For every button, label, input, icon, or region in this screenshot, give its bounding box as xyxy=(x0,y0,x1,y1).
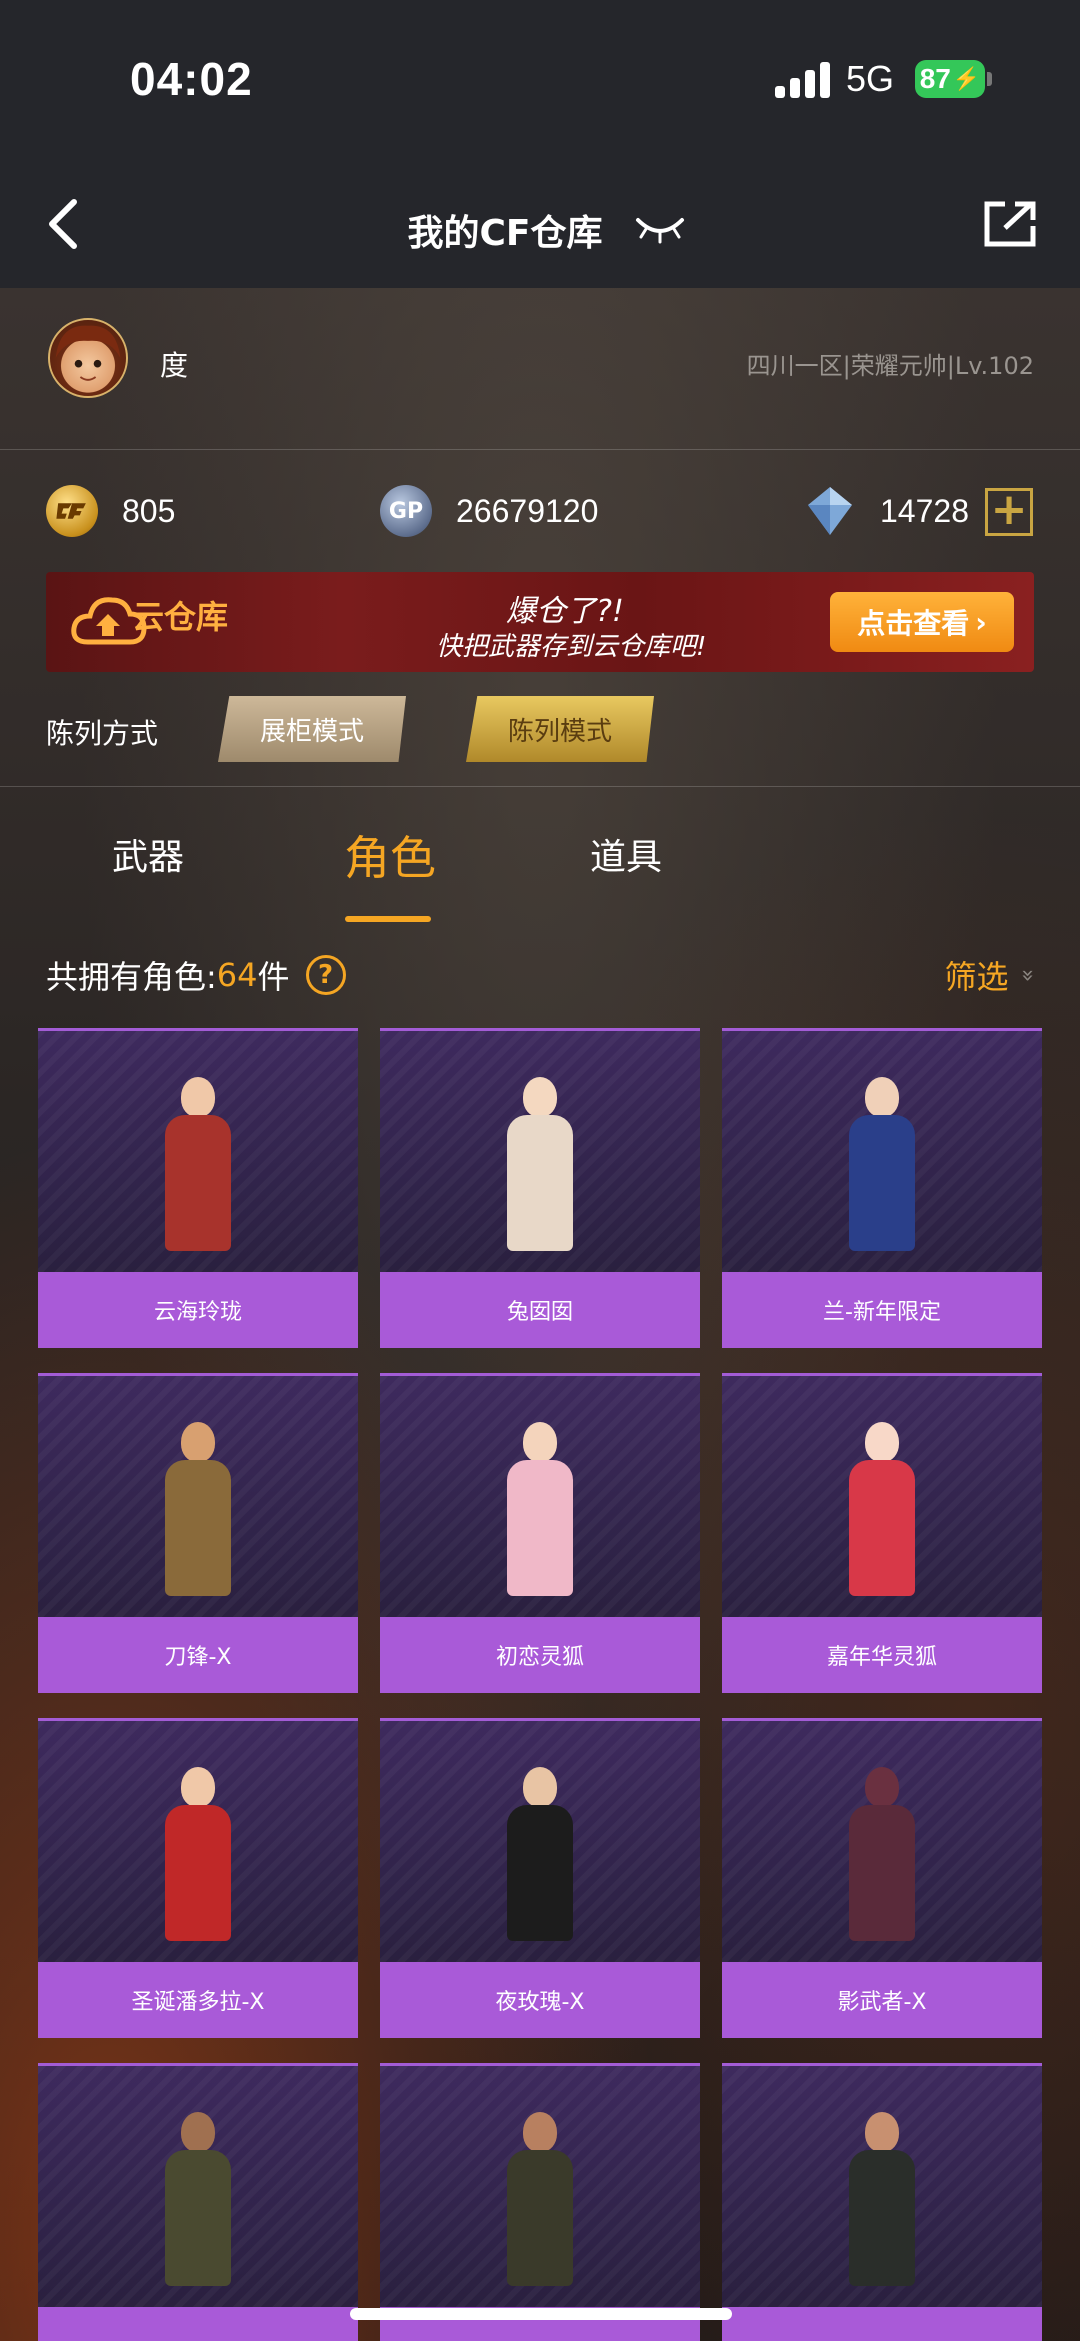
signal-icon xyxy=(775,62,831,98)
character-card[interactable]: 圣诞潘多拉-X xyxy=(38,1718,358,2038)
character-card[interactable]: 云海玲珑 xyxy=(38,1028,358,1348)
character-figure xyxy=(485,2100,595,2300)
character-name: 刀锋-X xyxy=(38,1617,358,1693)
character-card[interactable]: 兔囡囡 xyxy=(380,1028,700,1348)
profile-row: 度 四川一区|荣耀元帅|Lv.102 xyxy=(0,288,1080,450)
character-image xyxy=(380,1031,700,1273)
character-figure xyxy=(827,1065,937,1265)
banner-brand: 云仓库 xyxy=(132,598,229,636)
double-chevron-down-icon: » xyxy=(1014,968,1040,982)
character-name: 夜玫瑰-X xyxy=(380,1962,700,2038)
eye-closed-icon[interactable] xyxy=(634,212,686,244)
character-figure xyxy=(827,1410,937,1610)
character-name xyxy=(38,2307,358,2341)
diamond-points: 14728 xyxy=(804,478,969,544)
character-name: 兰-新年限定 xyxy=(722,1272,1042,1348)
character-count: 共拥有角色: 64 件 ? xyxy=(46,952,346,998)
character-image xyxy=(722,1376,1042,1618)
filter-label: 筛选 xyxy=(944,958,1009,996)
character-name xyxy=(722,2307,1042,2341)
divider xyxy=(0,786,1080,787)
count-number: 64 xyxy=(216,956,258,994)
cf-points-value: 805 xyxy=(122,492,176,529)
character-name: 兔囡囡 xyxy=(380,1272,700,1348)
character-image xyxy=(722,1031,1042,1273)
gp-points: GP 26679120 xyxy=(380,478,598,544)
home-indicator[interactable] xyxy=(350,2308,732,2320)
character-image xyxy=(38,1031,358,1273)
character-image xyxy=(38,1376,358,1618)
server-rank: 四川一区|荣耀元帅|Lv.102 xyxy=(746,352,1034,380)
character-figure xyxy=(485,1755,595,1955)
character-image xyxy=(380,1721,700,1963)
cf-coin-icon xyxy=(46,485,98,537)
help-icon[interactable]: ? xyxy=(305,955,346,995)
add-currency-button[interactable]: + xyxy=(985,488,1033,536)
character-card[interactable] xyxy=(722,2063,1042,2341)
character-image xyxy=(38,2066,358,2308)
page-title: 我的CF仓库 xyxy=(407,213,603,254)
showcase-mode-button[interactable]: 展柜模式 xyxy=(218,696,406,762)
character-card[interactable]: 夜玫瑰-X xyxy=(380,1718,700,2038)
character-card[interactable] xyxy=(380,2063,700,2341)
tab-items[interactable]: 道具 xyxy=(590,828,662,880)
banner-slogan-2: 快把武器存到云仓库吧! xyxy=(436,632,707,662)
gp-value: 26679120 xyxy=(456,492,599,529)
display-mode-label: 陈列方式 xyxy=(46,717,159,750)
battery-tip xyxy=(987,72,992,86)
character-card[interactable]: 影武者-X xyxy=(722,1718,1042,2038)
nav-bar: 我的CF仓库 xyxy=(0,160,1080,288)
character-image xyxy=(722,1721,1042,1963)
username: 度 xyxy=(160,349,189,382)
active-tab-indicator xyxy=(345,916,431,922)
network-label: 5G xyxy=(846,58,895,99)
share-icon[interactable] xyxy=(983,200,1037,248)
count-prefix: 共拥有角色: xyxy=(46,958,217,996)
character-name: 初恋灵狐 xyxy=(380,1617,700,1693)
character-figure xyxy=(485,1065,595,1265)
list-mode-button[interactable]: 陈列模式 xyxy=(466,696,654,762)
cloud-storage-banner[interactable]: 云仓库 爆仓了?! 快把武器存到云仓库吧! 点击查看 › xyxy=(46,572,1034,672)
character-image xyxy=(380,2066,700,2308)
character-image xyxy=(722,2066,1042,2308)
count-unit: 件 xyxy=(257,958,290,996)
character-card[interactable] xyxy=(38,2063,358,2341)
character-card[interactable]: 嘉年华灵狐 xyxy=(722,1373,1042,1693)
character-image xyxy=(38,1721,358,1963)
battery-icon: 87 ⚡ xyxy=(915,60,985,98)
avatar[interactable] xyxy=(48,318,128,398)
character-figure xyxy=(143,1065,253,1265)
character-name: 嘉年华灵狐 xyxy=(722,1617,1042,1693)
character-name: 云海玲珑 xyxy=(38,1272,358,1348)
character-figure xyxy=(827,2100,937,2300)
cf-points: 805 xyxy=(46,478,175,544)
character-card[interactable]: 刀锋-X xyxy=(38,1373,358,1693)
character-figure xyxy=(143,1755,253,1955)
view-button-label: 点击查看 xyxy=(857,607,970,640)
filter-button[interactable]: 筛选 » xyxy=(944,952,1040,998)
character-card[interactable]: 兰-新年限定 xyxy=(722,1028,1042,1348)
gp-coin-icon: GP xyxy=(380,485,432,537)
diamond-icon xyxy=(804,485,856,537)
status-bar: 04:02 5G 87 ⚡ xyxy=(0,0,1080,160)
chevron-right-icon: › xyxy=(975,605,987,639)
tab-characters[interactable]: 角色 xyxy=(344,822,436,888)
banner-slogan-1: 爆仓了?! xyxy=(506,594,624,629)
character-figure xyxy=(143,1410,253,1610)
character-name: 圣诞潘多拉-X xyxy=(38,1962,358,2038)
character-figure xyxy=(827,1755,937,1955)
tab-weapons[interactable]: 武器 xyxy=(112,828,184,880)
character-figure xyxy=(485,1410,595,1610)
view-button[interactable]: 点击查看 › xyxy=(830,592,1014,652)
character-figure xyxy=(143,2100,253,2300)
battery-level: 87 xyxy=(919,63,951,94)
character-image xyxy=(380,1376,700,1618)
character-name: 影武者-X xyxy=(722,1962,1042,2038)
status-time: 04:02 xyxy=(130,53,253,105)
diamond-value: 14728 xyxy=(880,492,969,529)
character-card[interactable]: 初恋灵狐 xyxy=(380,1373,700,1693)
